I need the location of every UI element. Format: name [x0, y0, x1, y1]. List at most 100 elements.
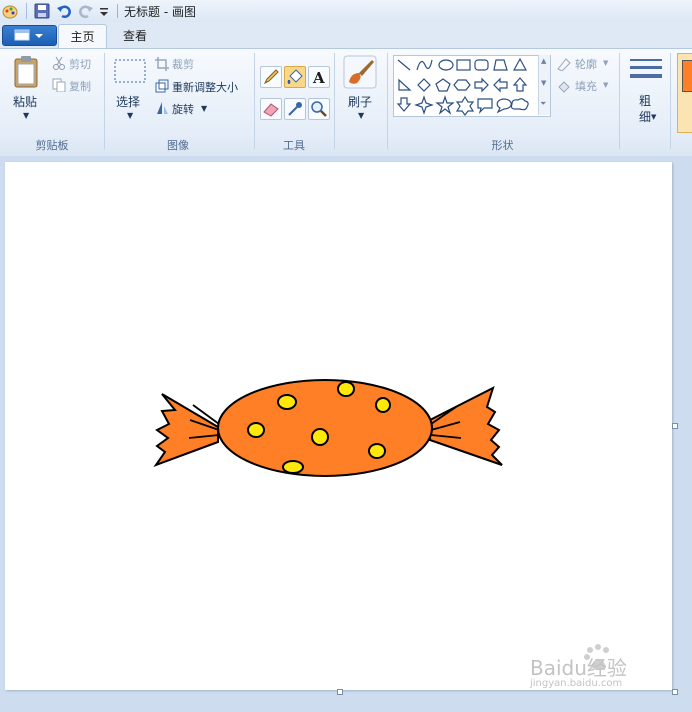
title-bar: 无标题 - 画图: [0, 0, 692, 23]
brushes-label[interactable]: 刷子: [348, 93, 372, 110]
group-separator: [254, 53, 255, 149]
polygon-shape-icon: [493, 59, 508, 71]
ribbon-tab-row: 主页 查看: [0, 22, 692, 50]
triangle-shape-icon: [512, 57, 528, 71]
paste-label[interactable]: 粘贴: [13, 93, 37, 110]
ribbon: 粘贴 ▼ 剪切 复制 剪贴板 选择 ▼ 裁剪 重新调整大小 旋转 ▼ 图像 A …: [0, 48, 692, 157]
cut-icon[interactable]: [52, 56, 66, 73]
cut-label[interactable]: 剪切: [69, 56, 91, 72]
fill-style-icon[interactable]: [556, 79, 572, 96]
active-color-button[interactable]: [677, 53, 692, 133]
canvas-resize-handle-corner[interactable]: [672, 689, 678, 695]
size-dropdown-arrow-icon[interactable]: ▼: [651, 113, 656, 121]
rect-callout-shape-icon: [477, 98, 493, 114]
rotate-dropdown-arrow-icon[interactable]: ▼: [201, 104, 207, 113]
up-arrow-shape-icon: [512, 77, 528, 92]
copy-icon[interactable]: [52, 78, 66, 95]
pentagon-shape-icon: [435, 78, 451, 92]
cloud-callout-shape-icon: [510, 98, 529, 111]
active-color-swatch: [682, 60, 692, 92]
candy-left-wrapper: [153, 393, 219, 468]
quick-access-separator: [26, 3, 27, 19]
canvas-resize-handle-bottom[interactable]: [337, 689, 343, 695]
tab-home[interactable]: 主页: [58, 24, 107, 50]
five-point-star-shape-icon: [435, 95, 455, 115]
shapes-gallery[interactable]: ▲ ▼ ⏷: [393, 55, 551, 117]
copy-label[interactable]: 复制: [69, 78, 91, 94]
select-dropdown-arrow-icon[interactable]: ▼: [127, 111, 133, 120]
six-point-star-shape-icon: [455, 95, 475, 116]
text-icon: A: [312, 69, 325, 87]
shapes-scroll-up-icon[interactable]: ▲: [541, 57, 546, 65]
title-separator: [117, 4, 118, 18]
paint-menu-button[interactable]: [2, 25, 57, 46]
fill-bucket-icon: [287, 69, 303, 84]
text-tool[interactable]: A: [308, 66, 330, 88]
outline-label[interactable]: 轮廓: [575, 56, 597, 72]
magnifier-tool[interactable]: [308, 98, 330, 120]
resize-icon[interactable]: [155, 79, 169, 96]
canvas-resize-handle-right[interactable]: [672, 423, 678, 429]
undo-icon[interactable]: [56, 3, 72, 19]
save-icon[interactable]: [34, 3, 50, 19]
rectangle-shape-icon: [456, 59, 471, 71]
shapes-more-icon[interactable]: ⏷: [540, 99, 546, 109]
svg-text:A: A: [312, 69, 325, 87]
pencil-tool[interactable]: [260, 66, 282, 88]
image-group-label: 图像: [167, 139, 189, 152]
paint-app-icon[interactable]: [2, 3, 18, 19]
line-width-icon[interactable]: [630, 59, 662, 86]
drawing-canvas[interactable]: [5, 162, 672, 690]
outline-dropdown-arrow-icon[interactable]: ▼: [603, 59, 608, 67]
window-title: 无标题 - 画图: [124, 5, 196, 19]
fill-tool[interactable]: [284, 66, 306, 88]
paste-icon[interactable]: [12, 55, 42, 92]
baidu-watermark: Baidu经验 jingyan.baidu.com: [528, 640, 658, 695]
shapes-gallery-icons: [396, 57, 529, 116]
tools-group-label: 工具: [283, 139, 305, 152]
color-picker-tool[interactable]: [284, 98, 306, 120]
right-arrow-shape-icon: [474, 77, 489, 93]
rotate-label[interactable]: 旋转: [172, 101, 194, 117]
redo-icon[interactable]: [78, 3, 94, 19]
crop-icon[interactable]: [155, 57, 169, 74]
pencil-icon: [263, 69, 279, 85]
outline-icon[interactable]: [556, 57, 572, 74]
eraser-icon: [263, 103, 279, 117]
group-separator: [104, 53, 105, 149]
shapes-scroll-down-icon[interactable]: ▼: [541, 79, 546, 87]
eraser-tool[interactable]: [260, 98, 282, 120]
shapes-group-label: 形状: [491, 139, 514, 152]
fill-dropdown-arrow-icon[interactable]: ▼: [603, 81, 608, 89]
brushes-dropdown-arrow-icon[interactable]: ▼: [358, 111, 364, 120]
clipboard-group-label: 剪贴板: [35, 139, 69, 152]
down-arrow-shape-icon: [396, 97, 412, 112]
rounded-rectangle-shape-icon: [474, 59, 489, 71]
brush-icon[interactable]: [343, 55, 377, 92]
right-triangle-shape-icon: [398, 78, 412, 91]
group-separator: [670, 53, 671, 149]
four-point-star-shape-icon: [414, 95, 434, 115]
resize-label[interactable]: 重新调整大小: [172, 79, 238, 95]
group-separator: [334, 53, 335, 149]
shapes-gallery-scrollbar[interactable]: ▲ ▼ ⏷: [538, 55, 550, 115]
line-shape-icon: [397, 59, 411, 71]
eyedropper-icon: [288, 102, 302, 116]
left-arrow-shape-icon: [493, 77, 508, 93]
customize-quick-access-icon[interactable]: [99, 3, 109, 19]
select-label[interactable]: 选择: [116, 93, 140, 110]
fill-label[interactable]: 填充: [575, 78, 597, 94]
paste-dropdown-arrow-icon[interactable]: ▼: [23, 111, 29, 120]
candy-drawing: [153, 379, 503, 477]
magnifier-icon: [311, 101, 327, 117]
tab-view[interactable]: 查看: [113, 24, 157, 48]
watermark-text: Baidu经验: [530, 656, 627, 680]
paint-menu-icon: [14, 29, 43, 41]
crop-label[interactable]: 裁剪: [172, 56, 194, 72]
oval-callout-shape-icon: [496, 98, 512, 114]
curve-shape-icon: [416, 59, 433, 71]
rotate-icon[interactable]: [155, 101, 169, 118]
group-separator: [619, 53, 620, 149]
oval-shape-icon: [438, 59, 454, 71]
select-icon[interactable]: [114, 59, 146, 88]
